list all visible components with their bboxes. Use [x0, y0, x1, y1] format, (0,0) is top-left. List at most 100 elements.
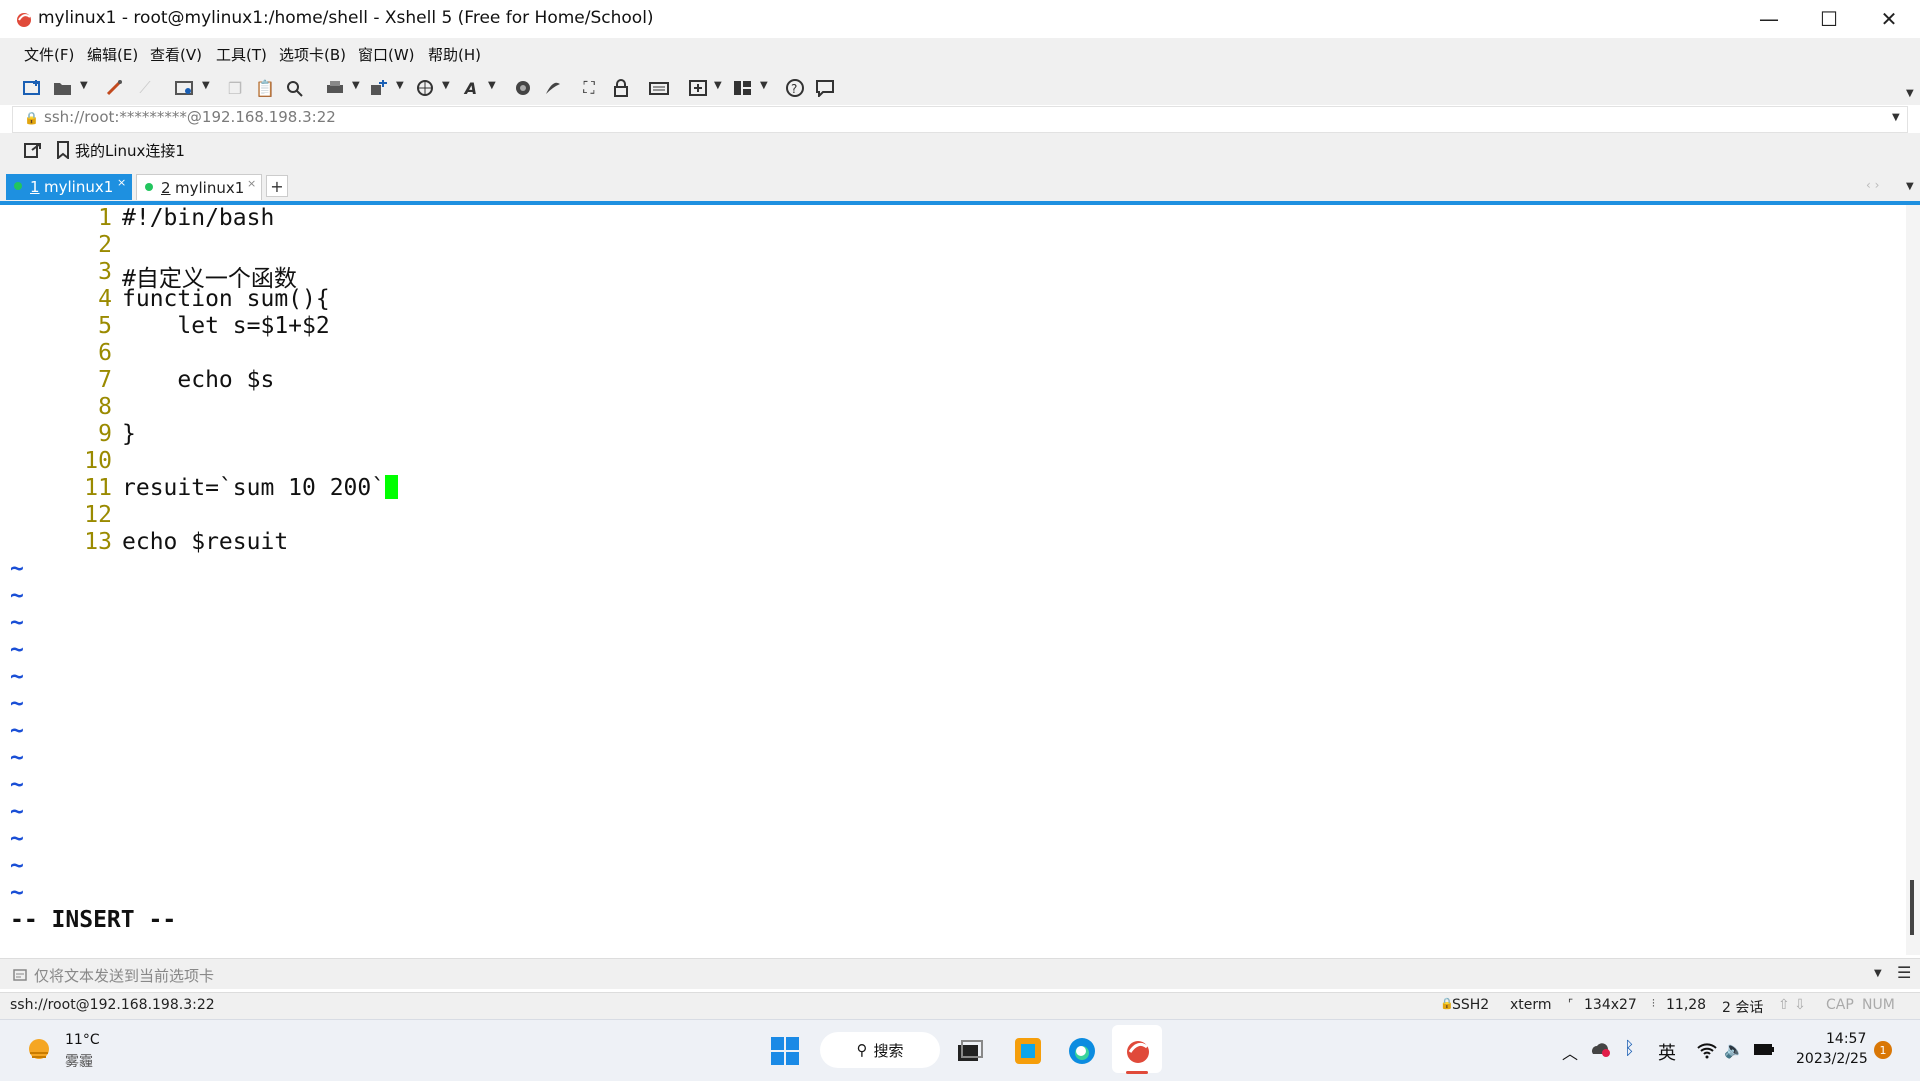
chevron-down-icon[interactable]: ▼ [1892, 112, 1900, 123]
disconnect-icon[interactable]: ⟋ [134, 77, 156, 99]
minimize-button[interactable]: — [1740, 0, 1798, 38]
close-button[interactable]: ✕ [1860, 0, 1918, 38]
session-nav-icon[interactable]: ⇧ ⇩ [1778, 997, 1806, 1013]
tab-menu-icon[interactable]: ▼ [1906, 181, 1914, 192]
links-bar [0, 133, 1920, 173]
close-tab-icon[interactable]: × [117, 176, 126, 189]
edge-browser-icon[interactable] [1064, 1032, 1100, 1070]
address-value[interactable]: ssh://root:*********@192.168.198.3:22 [44, 108, 336, 126]
onedrive-error-icon[interactable] [1590, 1040, 1612, 1062]
keyboard-icon[interactable] [648, 77, 670, 99]
links-bar-icon[interactable] [24, 141, 42, 163]
terminal-line: 7 echo $s [4, 367, 1894, 394]
terminal-line: 5 let s=$1+$2 [4, 313, 1894, 340]
globe-icon[interactable] [414, 77, 436, 99]
add-icon[interactable] [688, 77, 710, 99]
terminal-line: 2 [4, 232, 1894, 259]
connected-dot-icon [145, 183, 153, 191]
compose-bar[interactable] [0, 958, 1920, 989]
tab-mylinux1-1[interactable]: 1 mylinux1 × [6, 174, 132, 200]
menu-tabs[interactable]: 选项卡(B) [279, 44, 346, 65]
empty-line-tilde: ~ [10, 799, 24, 825]
cursor-position-icon: ⫶ [1652, 997, 1655, 1010]
chevron-down-icon[interactable]: ▼ [714, 80, 722, 91]
windows-start-icon[interactable] [768, 1032, 802, 1070]
compose-placeholder[interactable]: 仅将文本发送到当前选项卡 [34, 965, 214, 986]
line-code: function sum(){ [122, 286, 330, 312]
chevron-down-icon[interactable]: ▼ [442, 80, 450, 91]
size-icon: ⌜ [1568, 997, 1574, 1010]
menu-help[interactable]: 帮助(H) [428, 44, 481, 65]
help-icon[interactable]: ? [784, 77, 806, 99]
open-folder-icon[interactable] [52, 77, 74, 99]
taskbar-search[interactable]: ⚲ 搜索 [820, 1032, 940, 1068]
chevron-down-icon[interactable]: ▼ [396, 80, 404, 91]
chevron-down-icon[interactable]: ▼ [352, 80, 360, 91]
status-num: NUM [1862, 997, 1895, 1013]
font-icon[interactable]: A [460, 77, 482, 99]
clock-time[interactable]: 14:57 [1826, 1031, 1866, 1047]
terminal-line: 12 [4, 502, 1894, 529]
terminal-line: 1 #!/bin/bash [4, 205, 1894, 232]
new-tab-button[interactable]: + [266, 175, 288, 197]
fullscreen-icon[interactable]: ⛶ [578, 77, 600, 99]
scrollbar-thumb[interactable] [1910, 880, 1914, 935]
status-sessions: 2 会话 [1722, 1000, 1764, 1016]
xftp-icon[interactable] [512, 77, 534, 99]
find-icon[interactable] [284, 77, 306, 99]
ime-indicator[interactable]: 英 [1658, 1039, 1676, 1065]
link-item[interactable]: 我的Linux连接1 [75, 140, 185, 161]
chevron-down-icon[interactable]: ▼ [80, 80, 88, 91]
properties-icon[interactable] [174, 77, 196, 99]
compose-menu-icon[interactable]: ☰ [1897, 963, 1911, 982]
print-icon[interactable] [324, 77, 346, 99]
tab-mylinux1-2[interactable]: 2 mylinux1 × [136, 174, 262, 200]
weather-desc[interactable]: 雾霾 [65, 1051, 93, 1071]
menu-edit[interactable]: 编辑(E) [87, 44, 138, 65]
terminal-line: 11 resuit=`sum 10 200` [4, 475, 1894, 502]
bluetooth-icon[interactable]: ᛒ [1624, 1038, 1635, 1059]
menu-view[interactable]: 查看(V) [150, 44, 202, 65]
layout-icon[interactable] [732, 77, 754, 99]
menu-window[interactable]: 窗口(W) [358, 44, 415, 65]
store-app-icon[interactable] [1010, 1032, 1046, 1070]
clock-date[interactable]: 2023/2/25 [1796, 1051, 1868, 1067]
new-session-icon[interactable] [22, 77, 44, 99]
paste-icon[interactable]: 📋 [254, 77, 276, 99]
task-view-icon[interactable] [952, 1032, 988, 1070]
toolbar-overflow-icon[interactable]: ▼ [1906, 88, 1914, 99]
battery-icon[interactable] [1752, 1040, 1776, 1062]
chevron-down-icon[interactable]: ▼ [202, 80, 210, 91]
connect-icon[interactable] [104, 77, 126, 99]
volume-icon[interactable]: 🔈 [1724, 1040, 1744, 1059]
menu-tools[interactable]: 工具(T) [216, 44, 267, 65]
wifi-icon[interactable] [1696, 1041, 1718, 1063]
copy-icon[interactable]: ❐ [224, 77, 246, 99]
menu-file[interactable]: 文件(F) [24, 44, 74, 65]
chevron-down-icon[interactable]: ▼ [488, 80, 496, 91]
terminal-line: 4 function sum(){ [4, 286, 1894, 313]
status-term: xterm [1510, 997, 1552, 1013]
vim-mode-indicator: -- INSERT -- [10, 907, 177, 933]
weather-temp[interactable]: 11°C [65, 1032, 100, 1048]
window-title: mylinux1 - root@mylinux1:/home/shell - X… [38, 8, 654, 28]
maximize-button[interactable]: ☐ [1800, 0, 1858, 38]
svg-text:?: ? [791, 82, 797, 96]
close-tab-icon[interactable]: × [247, 177, 256, 190]
lock-icon[interactable] [610, 77, 632, 99]
notification-badge[interactable]: 1 [1874, 1041, 1892, 1059]
xmanager-icon[interactable] [542, 77, 564, 99]
tab-scroll-icon[interactable]: ‹ › [1866, 178, 1879, 192]
chevron-down-icon[interactable]: ▼ [1874, 968, 1882, 979]
chat-icon[interactable] [814, 77, 836, 99]
tab-number: 2 [161, 179, 171, 197]
chevron-down-icon[interactable]: ▼ [760, 80, 768, 91]
weather-icon[interactable] [24, 1034, 54, 1068]
terminal[interactable]: 1 #!/bin/bash 2 3 #自定义一个函数 4 function sum(){5 … [4, 205, 1902, 955]
xshell-taskbar-icon[interactable] [1120, 1032, 1156, 1070]
vertical-scrollbar[interactable] [1906, 205, 1920, 955]
transfer-icon[interactable] [368, 77, 390, 99]
line-number: 3 [98, 259, 112, 285]
chevron-up-icon[interactable]: ︿ [1562, 1040, 1578, 1064]
empty-line-tilde: ~ [10, 826, 24, 852]
